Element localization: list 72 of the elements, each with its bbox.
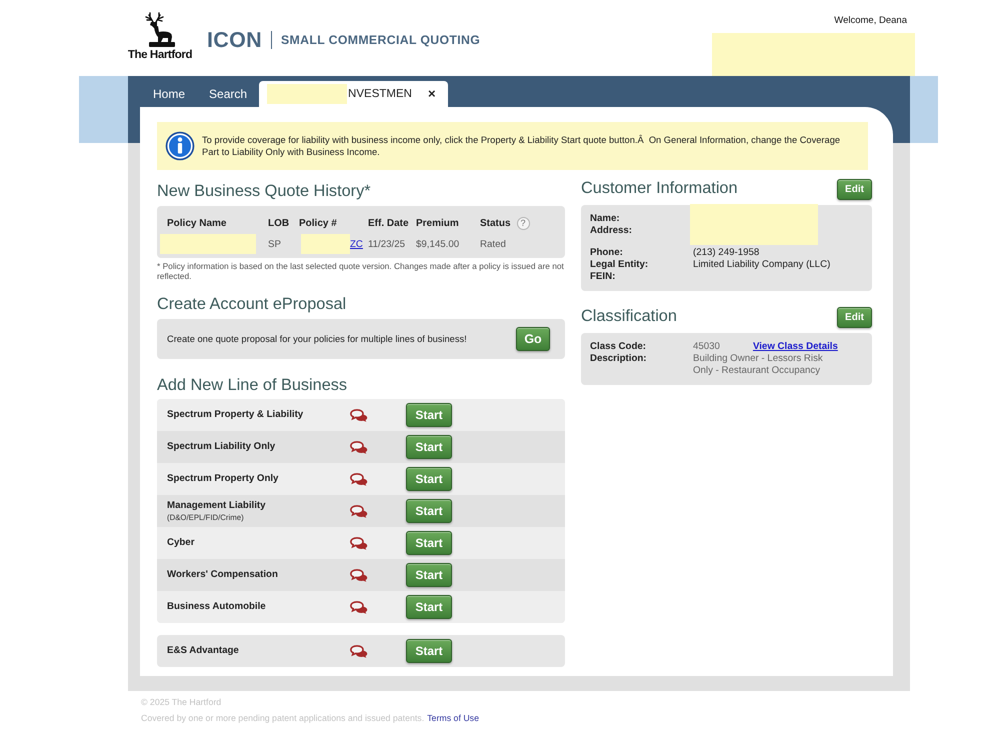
chat-bubbles-icon[interactable]	[350, 644, 368, 658]
field-label: Address:	[590, 225, 633, 237]
field-label: Legal Entity:	[590, 259, 650, 271]
column-header: LOB	[268, 218, 290, 228]
section-heading: Add New Line of Business	[157, 375, 348, 396]
chat-bubbles-icon[interactable]	[350, 600, 368, 614]
start-button[interactable]: Start	[406, 403, 452, 427]
start-button[interactable]: Start	[406, 435, 452, 459]
field-label: Description:	[590, 353, 648, 366]
terms-of-use-link[interactable]: Terms of Use	[427, 710, 479, 726]
table-cell: SP	[268, 238, 281, 250]
column-header: Policy Name	[167, 218, 226, 228]
start-button[interactable]: Start	[406, 467, 452, 491]
section-heading: Create Account eProposal	[157, 294, 348, 315]
section-heading: New Business Quote History*	[157, 181, 372, 202]
app-name: ICON	[207, 27, 262, 53]
edit-button[interactable]: Edit	[837, 307, 872, 328]
lob-name: E&S Advantage	[167, 645, 240, 657]
start-button[interactable]: Start	[406, 499, 452, 523]
patent-notice: Covered by one or more pending patent applications and issued patents.	[141, 712, 424, 725]
chat-bubbles-icon[interactable]	[350, 568, 368, 582]
lob-name: Business Automobile	[167, 601, 267, 613]
field-value: 45030	[693, 341, 720, 353]
help-icon[interactable]: ?	[516, 216, 530, 230]
start-button[interactable]: Start	[406, 639, 452, 663]
table-cell: Rated	[480, 238, 506, 250]
field-value: (213) 249-1958	[693, 247, 760, 259]
table-cell: $9,145.00	[416, 238, 460, 250]
field-value: Limited Liability Company (LLC)	[693, 259, 832, 271]
lob-name: Spectrum Liability Only	[167, 441, 276, 453]
section-heading: Classification	[581, 306, 677, 327]
lob-name: Spectrum Property & Liability	[167, 409, 304, 421]
start-button[interactable]: Start	[406, 595, 452, 619]
lob-name: Workers' Compensation	[167, 569, 279, 581]
chat-bubbles-icon[interactable]	[350, 472, 368, 486]
welcome-text: Welcome, Deana	[834, 15, 907, 26]
notice-text: To provide coverage for liability with business income only, click the Property & Liability Start quote button.Â On General Information, change the Coverage Part to Liability Only with Business Income.	[202, 134, 842, 158]
start-button[interactable]: Start	[406, 531, 452, 555]
section-heading: Customer Information	[581, 178, 738, 199]
class-details-link[interactable]: View Class Details	[752, 341, 838, 353]
nav-tab[interactable]: Home	[141, 81, 198, 107]
chat-bubbles-icon[interactable]	[350, 536, 368, 550]
field-label: Class Code:	[590, 341, 647, 353]
field-value: Building Owner - Lessors Risk Only - Restaurant Occupancy	[693, 353, 824, 377]
lob-name: Cyber	[167, 537, 196, 549]
brand-name: The Hartford	[128, 49, 192, 62]
field-label: Name:	[590, 213, 621, 225]
close-button[interactable]: ×	[428, 87, 436, 101]
copyright-text: © 2025 The Hartford	[141, 696, 222, 709]
field-label: Phone:	[590, 247, 624, 259]
app-subtitle: SMALL COMMERCIAL QUOTING	[280, 33, 480, 47]
policy-number-link[interactable]: ZC	[350, 238, 363, 250]
nav-tab[interactable]: NVESTMEN ×	[259, 81, 448, 107]
chat-bubbles-icon[interactable]	[350, 408, 368, 422]
info-icon	[165, 131, 195, 161]
start-button[interactable]: Start	[406, 563, 452, 587]
column-header: Status	[480, 218, 511, 228]
eproposal-text: Create one quote proposal for your policies for multiple lines of business!	[167, 334, 467, 344]
stag-icon	[145, 12, 175, 47]
footnote-text: * Policy information is based on the last selected quote version. Changes made after a policy is issued are not reflected.	[157, 261, 565, 281]
lob-name: Spectrum Property Only	[167, 473, 280, 485]
edit-button[interactable]: Edit	[837, 179, 872, 200]
column-header: Premium	[416, 218, 459, 228]
column-header: Policy #	[299, 218, 337, 228]
nav-tab[interactable]: Search	[197, 81, 260, 107]
lob-name: Management Liability	[167, 500, 267, 512]
chat-bubbles-icon[interactable]	[350, 440, 368, 454]
go-button[interactable]: Go	[516, 327, 550, 351]
field-label: FEIN:	[590, 271, 616, 283]
chat-bubbles-icon[interactable]	[350, 504, 368, 518]
table-cell: 11/23/25	[368, 238, 405, 250]
column-header: Eff. Date	[368, 218, 409, 228]
